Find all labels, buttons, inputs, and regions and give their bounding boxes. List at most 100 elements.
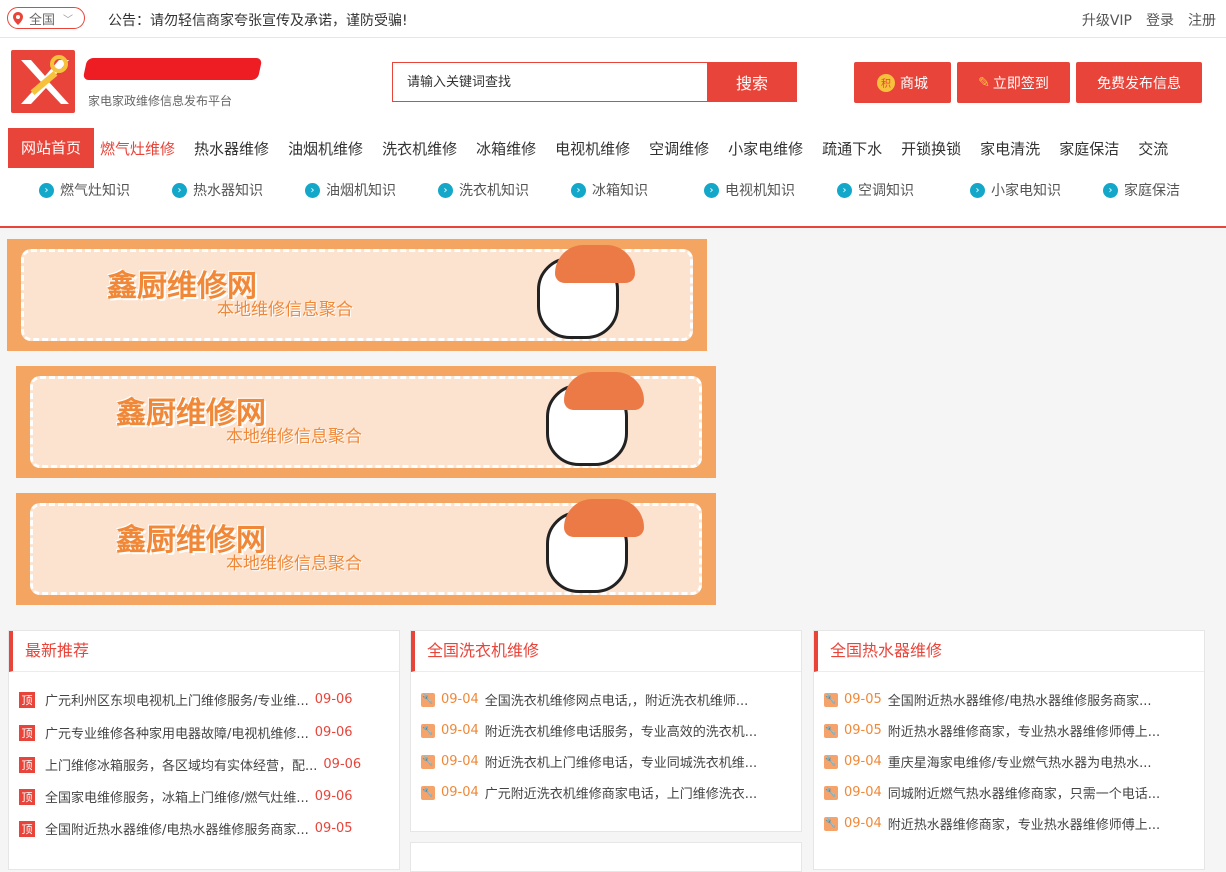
knowledge-label: 冰箱知识 [592, 183, 648, 199]
item-date: 09-04 [441, 785, 479, 800]
item-date: 09-04 [441, 692, 479, 707]
ad-banner[interactable]: 鑫厨维修网 本地维修信息聚合 [7, 239, 707, 351]
nav-item[interactable]: 电视机维修 [555, 138, 630, 159]
wrench-icon: 🔧 [421, 723, 435, 738]
panel-title: 全国洗衣机维修 [411, 631, 801, 672]
pencil-icon: ✎ [978, 74, 990, 91]
coin-icon: 积 [877, 73, 895, 92]
item-text: 全国附近热水器维修/电热水器维修服务商家... [887, 694, 1152, 709]
panel-title: 最新推荐 [9, 631, 399, 672]
list-item[interactable]: 🔧 09-04 广元附近洗衣机维修商家电话，上门维修洗衣... [421, 783, 757, 802]
knowledge-label: 小家电知识 [991, 183, 1061, 199]
city-selector[interactable]: 全国 ﹀ [7, 7, 85, 29]
knowledge-link[interactable]: › 冰箱知识 [571, 180, 704, 200]
publish-button[interactable]: 免费发布信息 [1076, 62, 1202, 103]
knowledge-link[interactable]: › 空调知识 [837, 180, 970, 200]
nav-item[interactable]: 油烟机维修 [288, 138, 363, 159]
arrow-right-icon: › [39, 182, 54, 198]
cartoon-hair-icon [564, 499, 644, 537]
item-date: 09-04 [844, 816, 882, 831]
nav-item[interactable]: 洗衣机维修 [382, 138, 457, 159]
wrench-icon: 🔧 [824, 754, 838, 769]
item-text: 重庆星海家电维修/专业燃气热水器为电热水... [887, 756, 1152, 771]
knowledge-link[interactable]: › 油烟机知识 [305, 180, 438, 200]
item-date: 09-05 [314, 821, 353, 836]
knowledge-link[interactable]: › 燃气灶知识 [39, 180, 172, 200]
login-link[interactable]: 登录 [1146, 10, 1174, 30]
mall-button[interactable]: 积 商城 [854, 62, 951, 103]
knowledge-label: 油烟机知识 [326, 183, 396, 199]
item-text: 附近热水器维修商家，专业热水器维修师傅上... [887, 818, 1161, 833]
banner-subtitle: 本地维修信息聚合 [217, 300, 353, 320]
register-link[interactable]: 注册 [1188, 10, 1216, 30]
item-text: 广元专业维修各种家用电器故障/电视机维修... [45, 727, 309, 742]
item-text: 附近洗衣机维修电话服务，专业高效的洗衣机... [484, 725, 758, 740]
upgrade-vip-link[interactable]: 升级VIP [1082, 10, 1132, 30]
list-item[interactable]: 🔧 09-04 附近洗衣机上门维修电话，专业同城洗衣机维... [421, 752, 757, 771]
nav-item[interactable]: 家庭保洁 [1059, 138, 1119, 159]
search-button[interactable]: 搜索 [707, 62, 797, 102]
nav-item[interactable]: 燃气灶维修 [100, 138, 175, 159]
item-date: 09-04 [844, 754, 882, 769]
chevron-down-icon: ﹀ [63, 14, 74, 26]
signin-button[interactable]: ✎ 立即签到 [957, 62, 1070, 103]
arrow-right-icon: › [305, 182, 320, 198]
knowledge-link[interactable]: › 热水器知识 [172, 180, 305, 200]
nav-item[interactable]: 空调维修 [649, 138, 709, 159]
list-item[interactable]: 🔧 09-05 附近热水器维修商家，专业热水器维修师傅上... [824, 721, 1160, 740]
item-date: 09-05 [844, 692, 882, 707]
knowledge-link[interactable]: › 小家电知识 [970, 180, 1103, 200]
nav-item[interactable]: 开锁换锁 [901, 138, 961, 159]
list-item[interactable]: 顶广元专业维修各种家用电器故障/电视机维修... 09-06 [19, 723, 353, 742]
nav-item[interactable]: 热水器维修 [194, 138, 269, 159]
item-text: 全国附近热水器维修/电热水器维修服务商家... [45, 823, 309, 838]
ad-banner[interactable]: 鑫厨维修网 本地维修信息聚合 [16, 493, 716, 605]
nav-item[interactable]: 冰箱维修 [476, 138, 536, 159]
list-item[interactable]: 顶广元利州区东坝电视机上门维修服务/专业维... 09-06 [19, 690, 353, 709]
item-date: 09-06 [314, 789, 353, 804]
list-item[interactable]: 🔧 09-04 附近热水器维修商家，专业热水器维修师傅上... [824, 814, 1160, 833]
category-nav: 网站首页 燃气灶维修 热水器维修 油烟机维修 洗衣机维修 冰箱维修 电视机维修 … [8, 128, 1187, 168]
knowledge-nav: › 燃气灶知识 › 热水器知识 › 油烟机知识 › 洗衣机知识 › 冰箱知识 › 电视机知识… [39, 178, 1226, 202]
item-date: 09-05 [844, 723, 882, 738]
search-input[interactable] [392, 62, 707, 102]
nav-item[interactable]: 疏通下水 [822, 138, 882, 159]
site-logo[interactable] [11, 50, 75, 113]
knowledge-link[interactable]: › 家庭保洁 [1103, 180, 1226, 200]
list-item[interactable]: 🔧 09-05 全国附近热水器维修/电热水器维修服务商家... [824, 690, 1152, 709]
list-item[interactable]: 顶上门维修冰箱服务，各区域均有实体经营，配... 09-06 [19, 755, 361, 774]
nav-item[interactable]: 家电清洗 [980, 138, 1040, 159]
main-nav: 网站首页 燃气灶维修 热水器维修 油烟机维修 洗衣机维修 冰箱维修 电视机维修 … [0, 126, 1226, 228]
latest-panel: 最新推荐 顶广元利州区东坝电视机上门维修服务/专业维... 09-06 顶广元专业… [8, 630, 400, 870]
knowledge-label: 电视机知识 [725, 183, 795, 199]
item-date: 09-04 [441, 754, 479, 769]
wrench-logo-icon [21, 55, 69, 104]
nav-home[interactable]: 网站首页 [8, 128, 95, 168]
list-item[interactable]: 🔧 09-04 全国洗衣机维修网点电话,，附近洗衣机维师... [421, 690, 748, 709]
banner-subtitle: 本地维修信息聚合 [226, 427, 362, 447]
slogan: 家电家政维修信息发布平台 [88, 94, 233, 108]
list-item[interactable]: 🔧 09-04 同城附近燃气热水器维修商家，只需一个电话... [824, 783, 1160, 802]
location-pin-icon [13, 11, 23, 25]
knowledge-link[interactable]: › 洗衣机知识 [438, 180, 571, 200]
item-text: 全国家电维修服务，冰箱上门维修/燃气灶维... [45, 791, 309, 806]
wrench-icon: 🔧 [421, 692, 435, 707]
list-item[interactable]: 🔧 09-04 重庆星海家电维修/专业燃气热水器为电热水... [824, 752, 1152, 771]
item-text: 附近洗衣机上门维修电话，专业同城洗衣机维... [484, 756, 758, 771]
publish-label: 免费发布信息 [1097, 75, 1181, 92]
arrow-right-icon: › [970, 182, 985, 198]
nav-item[interactable]: 小家电维修 [728, 138, 803, 159]
item-date: 09-06 [323, 757, 362, 772]
list-item[interactable]: 顶全国家电维修服务，冰箱上门维修/燃气灶维... 09-06 [19, 787, 353, 806]
arrow-right-icon: › [571, 182, 586, 198]
list-item[interactable]: 🔧 09-04 附近洗衣机维修电话服务，专业高效的洗衣机... [421, 721, 757, 740]
item-text: 上门维修冰箱服务，各区域均有实体经营，配... [45, 759, 318, 774]
knowledge-link[interactable]: › 电视机知识 [704, 180, 837, 200]
item-text: 广元附近洗衣机维修商家电话，上门维修洗衣... [484, 787, 758, 802]
ad-banner[interactable]: 鑫厨维修网 本地维修信息聚合 [16, 366, 716, 478]
knowledge-label: 空调知识 [858, 183, 914, 199]
item-date: 09-04 [441, 723, 479, 738]
nav-item[interactable]: 交流 [1138, 138, 1168, 159]
list-item[interactable]: 顶全国附近热水器维修/电热水器维修服务商家... 09-05 [19, 819, 353, 838]
notice-text: 公告：请勿轻信商家夸张宣传及承诺，谨防受骗! [108, 13, 408, 29]
